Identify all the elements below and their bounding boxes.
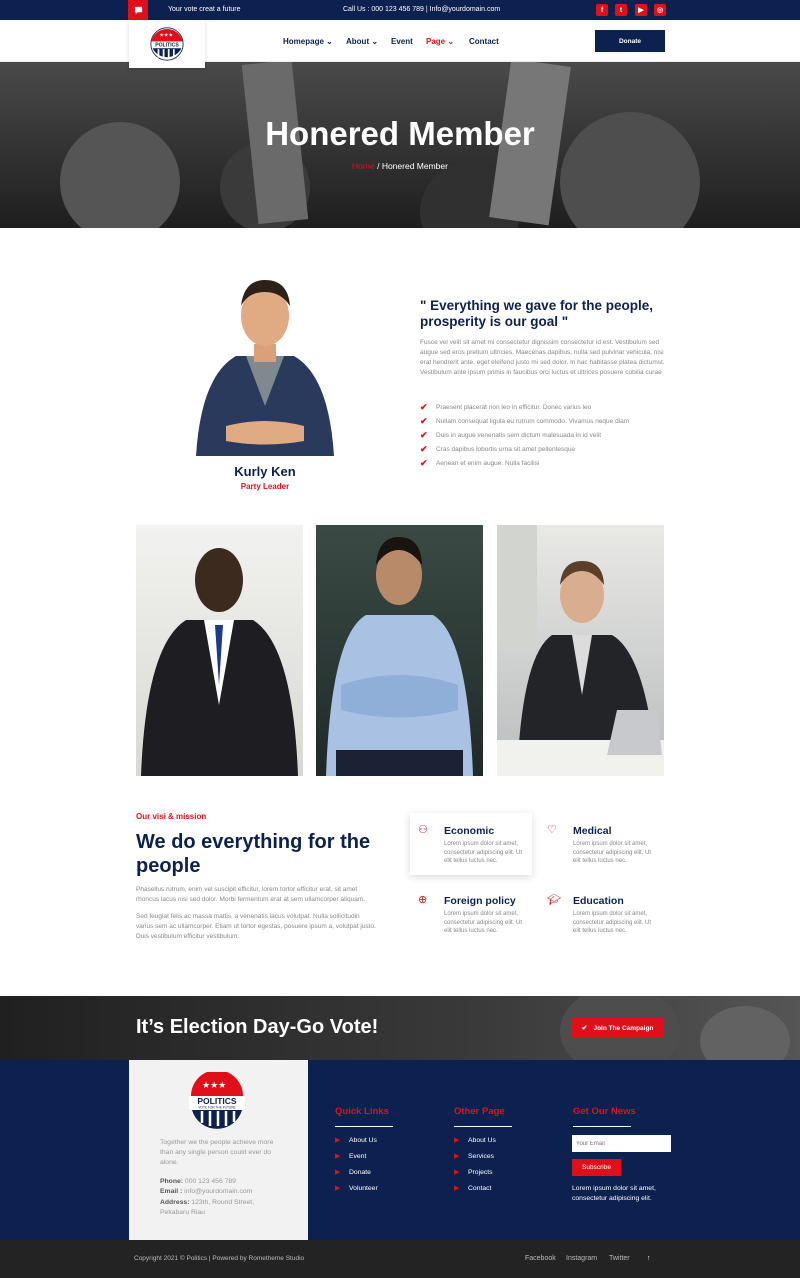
copyright: Copyright 2021 © Politics | Powered by R… (134, 1255, 305, 1262)
arrow-icon: ▶ (454, 1169, 460, 1176)
youtube-icon[interactable]: ▶ (635, 4, 647, 16)
top-bar: Your vote creat a future Call Us : 000 1… (0, 0, 800, 20)
footer-email: Email : info@yourdomain.com (160, 1188, 253, 1195)
footer-link[interactable]: ▶ Contact (454, 1184, 491, 1193)
footer-link[interactable]: ▶ Volunteer (335, 1184, 378, 1193)
twitter-icon[interactable]: t (615, 4, 627, 16)
contact-info: Call Us : 000 123 456 789 | Info@yourdom… (343, 6, 501, 13)
footer-link[interactable]: ▶ About Us (335, 1136, 377, 1145)
nav-contact[interactable]: Contact (469, 37, 499, 46)
check-item: ✔ Aenean et enim augue. Nulla facilisi (420, 458, 540, 468)
mission-title: We do everything for the people (136, 831, 371, 877)
leader-name: Kurly Ken (234, 464, 296, 479)
service-economic[interactable]: ⚇ Economic Lorem ipsum dolor sit amet, c… (410, 813, 532, 875)
svg-text:★★★: ★★★ (202, 1081, 226, 1091)
newsletter-email-input[interactable] (572, 1135, 671, 1152)
bottom-link-twitter[interactable]: Twitter (609, 1255, 630, 1262)
leader-photo (196, 276, 334, 456)
bottom-link-facebook[interactable]: Facebook (525, 1255, 556, 1262)
heading-underline (573, 1126, 631, 1127)
page-title: Honered Member (265, 115, 535, 152)
instagram-icon[interactable]: ◎ (654, 4, 666, 16)
back-to-top-icon[interactable]: ↑ (647, 1255, 651, 1262)
news-text: Lorem ipsum dolor sit amet, consectetur … (572, 1185, 656, 1202)
nav-homepage[interactable]: Homepage ⌄ (283, 37, 333, 46)
heart-pulse-icon: ♡ (547, 824, 557, 836)
check-item: ✔ Duis in augue venenatis sem dictum male… (420, 430, 602, 440)
footer (0, 1060, 800, 1240)
check-icon: ✔ (420, 430, 428, 440)
check-item: ✔ Nullam consequat ligula eu rutrum commo… (420, 416, 630, 426)
graduation-cap-icon: 🎓︎ (547, 894, 561, 906)
join-campaign-button[interactable]: ✔ Join The Campaign (571, 1018, 664, 1038)
service-foreign-policy[interactable]: ⊕ Foreign policy Lorem ipsum dolor sit a… (410, 883, 532, 945)
arrow-icon: ▶ (454, 1153, 460, 1160)
mission-paragraph: Sed feugiat felis ac massa mattis, a ven… (136, 913, 376, 940)
footer-link[interactable]: ▶ Donate (335, 1168, 371, 1177)
check-icon: ✔ (581, 1025, 588, 1032)
arrow-icon: ▶ (335, 1169, 341, 1176)
globe-icon: ⊕ (418, 894, 428, 906)
arrow-icon: ▶ (335, 1185, 341, 1192)
leader-intro: Fusce vel velit sit amet mi consectetur … (420, 339, 665, 376)
heading-underline (335, 1126, 393, 1127)
check-icon: ✔ (420, 402, 428, 412)
footer-link[interactable]: ▶ About Us (454, 1136, 496, 1145)
subscribe-button[interactable]: Subscribe (572, 1159, 621, 1176)
economy-icon: ⚇ (418, 824, 428, 836)
service-medical[interactable]: ♡ Medical Lorem ipsum dolor sit amet, co… (539, 813, 661, 875)
bottom-link-instagram[interactable]: Instagram (566, 1255, 597, 1262)
svg-text:POLITICS: POLITICS (197, 1096, 237, 1106)
leader-quote: " Everything we gave for the people, pro… (420, 298, 653, 329)
news-heading: Get Our News (573, 1106, 636, 1117)
other-page-heading: Other Page (454, 1106, 505, 1117)
member-photo[interactable] (497, 525, 664, 776)
member-photo[interactable] (136, 525, 303, 776)
bottom-bar (0, 1240, 800, 1278)
donate-button[interactable]: Donate (595, 30, 665, 52)
arrow-icon: ▶ (454, 1185, 460, 1192)
heading-underline (454, 1126, 512, 1127)
logo[interactable]: ★★★ POLITICS (129, 20, 205, 68)
tagline: Your vote creat a future (168, 6, 241, 13)
svg-text:POLITICS: POLITICS (155, 42, 179, 48)
breadcrumb: Home / Honered Member (352, 161, 448, 171)
footer-link[interactable]: ▶ Services (454, 1152, 494, 1161)
footer-phone: Phone: 000 123 456 789 (160, 1178, 236, 1185)
footer-link[interactable]: ▶ Event (335, 1152, 366, 1161)
quick-links-heading: Quick Links (335, 1106, 389, 1117)
service-education[interactable]: 🎓︎ Education Lorem ipsum dolor sit amet,… (539, 883, 661, 945)
footer-about-text: Together we the people achieve more than… (160, 1139, 274, 1166)
member-photo[interactable] (316, 525, 483, 776)
footer-address: Address: 123th, Round Street, Pekabaru R… (160, 1199, 255, 1216)
check-item: ✔ Cras dapibus lobortis urna sit amet pel… (420, 444, 576, 454)
check-icon: ✔ (420, 444, 428, 454)
breadcrumb-home[interactable]: Home (352, 161, 375, 171)
nav-page[interactable]: Page ⌄ (426, 37, 454, 46)
footer-logo[interactable]: ★★★ POLITICS VOTE FOR THE FUTURE (189, 1070, 245, 1132)
chat-icon[interactable] (128, 0, 148, 20)
cta-title: It’s Election Day-Go Vote! (136, 1016, 379, 1038)
arrow-icon: ▶ (335, 1137, 341, 1144)
breadcrumb-current: Honered Member (381, 161, 448, 171)
cta-banner (0, 996, 800, 1060)
mission-label: Our visi & mission (136, 812, 207, 821)
arrow-icon: ▶ (454, 1137, 460, 1144)
svg-text:VOTE FOR THE FUTURE: VOTE FOR THE FUTURE (198, 1106, 235, 1110)
check-icon: ✔ (420, 458, 428, 468)
nav-event[interactable]: Event (391, 37, 413, 46)
footer-link[interactable]: ▶ Projects (454, 1168, 493, 1177)
svg-text:★★★: ★★★ (159, 32, 173, 38)
mission-paragraph: Phasellus rutrum, enim vel suscipit effi… (136, 886, 366, 903)
arrow-icon: ▶ (335, 1153, 341, 1160)
facebook-icon[interactable]: f (596, 4, 608, 16)
check-icon: ✔ (420, 416, 428, 426)
leader-role: Party Leader (240, 482, 290, 491)
nav-about[interactable]: About ⌄ (346, 37, 378, 46)
check-item: ✔ Praesent placerat non leo in efficitur.… (420, 402, 592, 412)
